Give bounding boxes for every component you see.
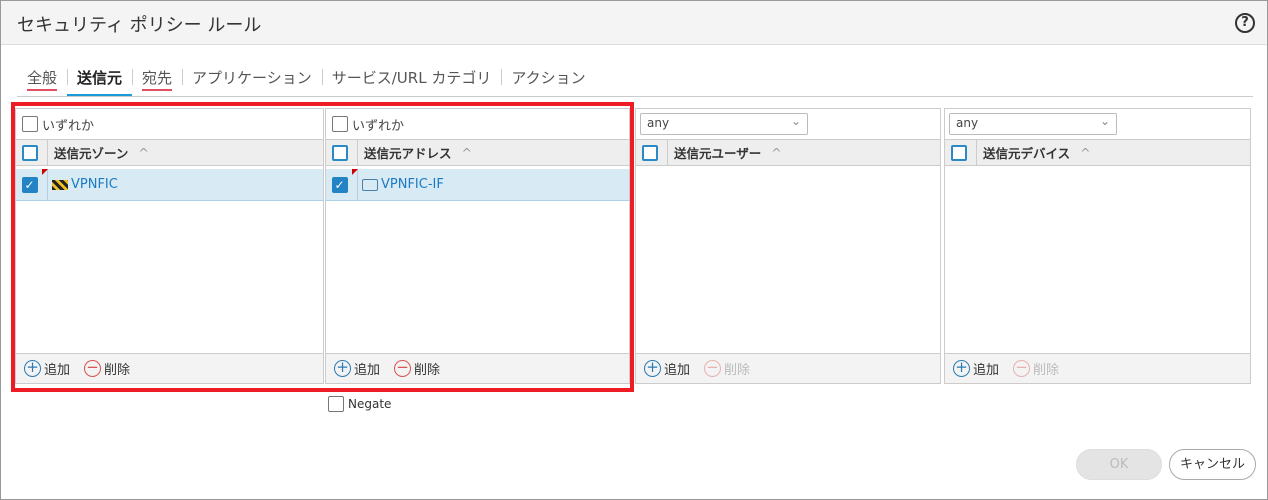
delete-button[interactable]: − 削除 [704,359,750,378]
address-icon [362,178,378,191]
minus-icon: − [84,360,102,377]
delete-label: 削除 [104,363,131,378]
any-label: いずれか [352,118,405,134]
table-row[interactable]: ✓ VPNFIC [16,169,323,201]
plus-icon: + [24,360,41,377]
delete-label: 削除 [414,363,441,378]
table-row[interactable]: ✓ VPNFIC-IF [326,169,629,201]
delete-label: 削除 [724,363,751,378]
plus-icon: + [953,360,970,377]
tab-label: アクション [511,69,586,87]
title-bar: セキュリティ ポリシー ルール ? [1,1,1267,45]
tab-label: アプリケーション [192,69,312,87]
delete-button[interactable]: − 削除 [1013,359,1059,378]
source-device-select[interactable]: any ⌄ [949,113,1117,135]
tab-service-url[interactable]: サービス/URL カテゴリ [321,65,502,94]
dialog-title: セキュリティ ポリシー ルール [17,15,262,36]
plus-icon: + [644,360,661,377]
column-header[interactable]: 送信元アドレス [358,143,452,162]
sort-caret-icon[interactable]: ^ [1080,145,1090,160]
tab-general[interactable]: 全般 [17,65,67,94]
minus-icon: − [704,360,722,377]
flag-icon [42,169,48,175]
column-header[interactable]: 送信元ユーザー [668,143,761,162]
add-label: 追加 [354,363,381,378]
tab-label: 全般 [27,69,58,91]
tab-source[interactable]: 送信元 [67,65,133,96]
chevron-down-icon: ⌄ [1099,114,1110,128]
add-button[interactable]: + 追加 [644,359,690,378]
chevron-down-icon: ⌄ [790,114,801,128]
security-policy-dialog: セキュリティ ポリシー ルール ? 全般 送信元 宛先 アプリケーション サービ… [0,0,1268,500]
minus-icon: − [394,360,412,377]
column-header[interactable]: 送信元ゾーン [48,143,128,162]
add-button[interactable]: + 追加 [953,359,999,378]
delete-button[interactable]: − 削除 [394,359,440,378]
negate-option[interactable]: Negate [328,396,391,412]
ok-button[interactable]: OK [1076,449,1162,480]
any-checkbox[interactable] [22,116,38,132]
any-checkbox[interactable] [332,116,348,132]
tab-bar: 全般 送信元 宛先 アプリケーション サービス/URL カテゴリ アクション [17,65,1253,97]
tab-action[interactable]: アクション [501,65,595,94]
tab-label: 宛先 [142,69,173,91]
address-name[interactable]: VPNFIC-IF [381,177,444,192]
select-value: any [647,116,670,130]
delete-label: 削除 [1033,363,1060,378]
negate-checkbox[interactable] [328,396,344,412]
tab-application[interactable]: アプリケーション [182,65,322,94]
tab-label: 送信元 [77,69,123,87]
column-header[interactable]: 送信元デバイス [977,143,1070,162]
select-all-checkbox[interactable] [641,144,658,161]
add-label: 追加 [44,363,71,378]
zone-name[interactable]: VPNFIC [71,177,118,192]
add-button[interactable]: + 追加 [334,359,380,378]
sort-caret-icon[interactable]: ^ [462,145,472,160]
source-device-panel: any ⌄ 送信元デバイス ^ + 追加 − 削除 [944,108,1251,384]
add-label: 追加 [973,363,1000,378]
zone-icon [52,179,68,190]
select-all-checkbox[interactable] [950,144,967,161]
flag-icon [352,169,358,175]
source-zone-panel: いずれか 送信元ゾーン ^ ✓ VPNFIC + 追加 − 削除 [15,108,324,384]
plus-icon: + [334,360,351,377]
add-label: 追加 [664,363,691,378]
any-label: いずれか [42,118,95,134]
minus-icon: − [1013,360,1031,377]
row-checkbox[interactable]: ✓ [21,176,38,193]
tab-destination[interactable]: 宛先 [132,65,182,94]
select-all-checkbox[interactable] [331,144,348,161]
source-user-panel: any ⌄ 送信元ユーザー ^ + 追加 − 削除 [635,108,941,384]
source-address-panel: いずれか 送信元アドレス ^ ✓ VPNFIC-IF + 追加 − 削除 [325,108,630,384]
sort-caret-icon[interactable]: ^ [771,145,781,160]
negate-label: Negate [348,397,392,411]
help-icon[interactable]: ? [1235,13,1255,33]
tab-label: サービス/URL カテゴリ [331,69,492,87]
row-checkbox[interactable]: ✓ [331,176,348,193]
select-value: any [956,116,979,130]
cancel-button[interactable]: キャンセル [1169,449,1256,480]
delete-button[interactable]: − 削除 [84,359,130,378]
select-all-checkbox[interactable] [21,144,38,161]
source-user-select[interactable]: any ⌄ [640,113,808,135]
add-button[interactable]: + 追加 [24,359,70,378]
sort-caret-icon[interactable]: ^ [138,145,148,160]
